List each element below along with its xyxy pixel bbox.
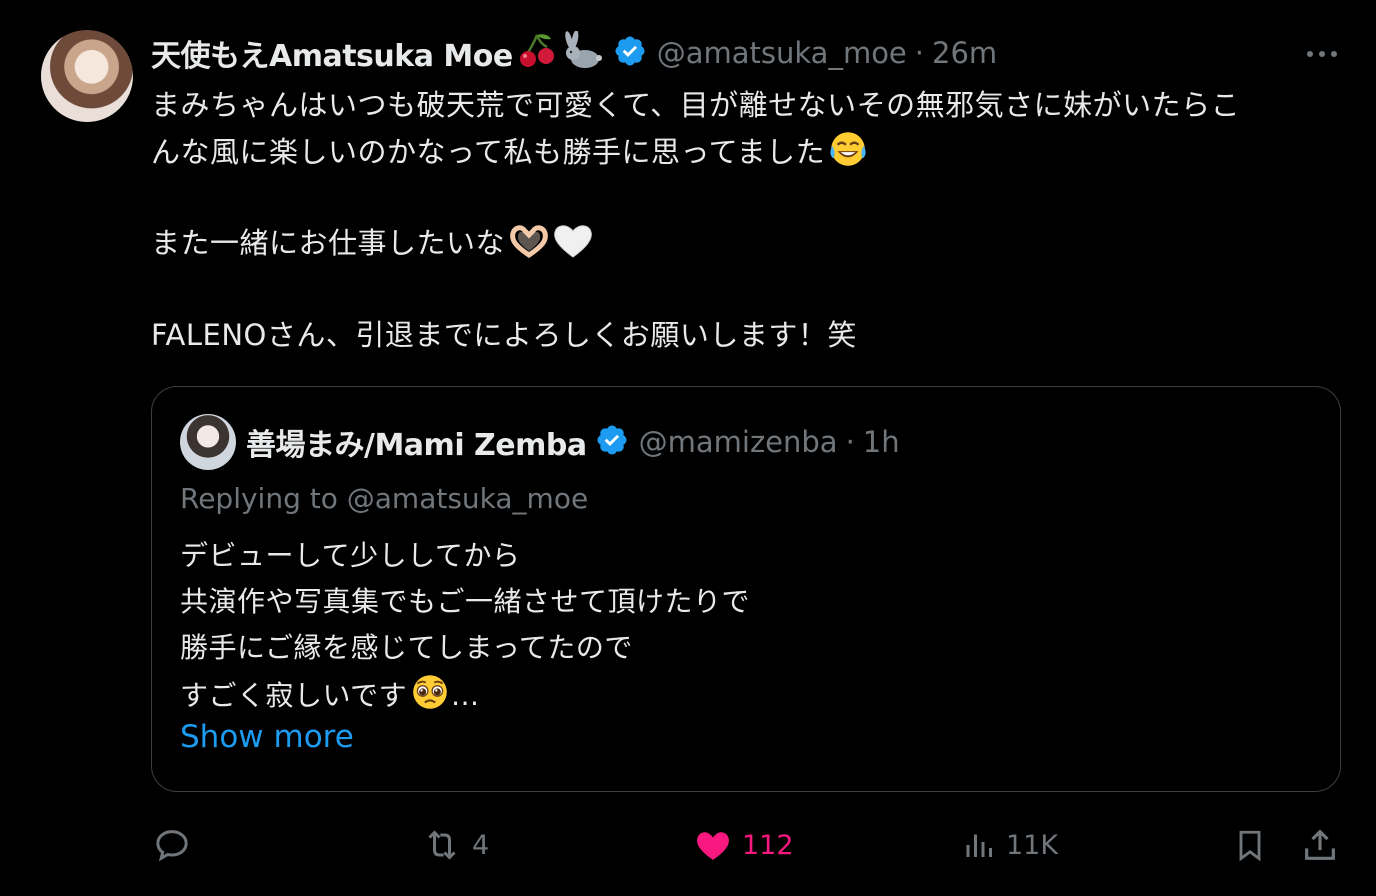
retweet-button[interactable]: 4 [420, 820, 489, 870]
quoted-author-name[interactable]: 善場まみ/Mami Zemba [246, 420, 587, 464]
tweet: 天使もえAmatsuka Moe @amatsuka_moe · 26m まみち… [0, 0, 1376, 896]
views-chart-icon [966, 834, 992, 857]
quoted-line-text: 勝手にご縁を感じてしまってたので [180, 631, 633, 664]
quoted-line: 共演作や写真集でもご一緒させて頂けたりで [180, 579, 750, 625]
replying-to-label: Replying to @amatsuka_moe [180, 482, 589, 515]
tweet-line [151, 266, 1341, 312]
rabbit-icon [561, 30, 605, 75]
quoted-author-avatar[interactable] [180, 414, 236, 470]
quoted-tweet-header: 善場まみ/Mami Zemba @mamizenba · 1h [246, 417, 900, 467]
dot-icon [1319, 51, 1325, 57]
quoted-line-text: すごく寂しいです [180, 679, 408, 712]
tweet-line-text: まみちゃんはいつも破天荒で可愛くて、目が離せないその無邪気さに妹がいたらこ [151, 88, 1241, 122]
bookmark-icon [1239, 830, 1261, 862]
quoted-line-text: デビューして少ししてから [180, 539, 521, 572]
verified-badge-icon [595, 423, 629, 461]
retweet-icon [428, 830, 456, 860]
separator-dot: · [845, 425, 855, 459]
tweet-line: んな風に楽しいのかなって私も勝手に思ってました [151, 128, 1341, 174]
dot-icon [1331, 51, 1337, 57]
tweet-line: また一緒にお仕事したいな [151, 220, 1341, 266]
bookmark-button[interactable] [1232, 820, 1268, 870]
tweet-line [151, 174, 1341, 220]
dot-icon [1307, 51, 1313, 57]
share-button[interactable] [1300, 820, 1340, 870]
pleading-face-emoji-icon [413, 675, 447, 709]
tweet-header: 天使もえAmatsuka Moe @amatsuka_moe · 26m [151, 30, 997, 76]
quoted-line-text: 共演作や写真集でもご一緒させて頂けたりで [180, 585, 751, 618]
like-count: 112 [742, 829, 794, 861]
cherry-icon [517, 31, 557, 75]
quoted-line: 勝手にご縁を感じてしまってたので [180, 625, 750, 671]
truncation-ellipsis: ... [451, 679, 480, 712]
tweet-body: まみちゃんはいつも破天荒で可愛くて、目が離せないその無邪気さに妹がいたらこ んな… [151, 82, 1341, 358]
verified-badge-icon [613, 34, 647, 72]
author-avatar[interactable] [41, 30, 133, 122]
views-count: 11K [1006, 829, 1059, 861]
more-options-button[interactable] [1300, 40, 1344, 68]
tweet-actions-bar: 4 112 11K [0, 820, 1376, 870]
quoted-tweet-card[interactable]: 善場まみ/Mami Zemba @mamizenba · 1h Replying… [151, 386, 1341, 792]
reply-icon [156, 830, 188, 862]
tears-of-joy-emoji-icon [830, 132, 866, 166]
quoted-author-handle[interactable]: @mamizenba [639, 425, 838, 459]
tweet-line: FALENOさん、引退までによろしくお願いします！笑 [151, 312, 1341, 358]
tweet-line-text: んな風に楽しいのかなって私も勝手に思ってました [151, 135, 826, 169]
retweet-count: 4 [472, 829, 490, 861]
quoted-tweet-body: デビューして少ししてから 共演作や写真集でもご一緒させて頂けたりで 勝手にご縁を… [180, 533, 750, 717]
quoted-line: デビューして少ししてから [180, 533, 750, 579]
quoted-tweet-timestamp[interactable]: 1h [863, 425, 900, 459]
views-button[interactable]: 11K [962, 820, 1058, 870]
heart-hands-emoji-icon [510, 225, 548, 259]
author-name[interactable]: 天使もえAmatsuka Moe [151, 31, 513, 75]
quoted-line: すごく寂しいです ... [180, 671, 750, 717]
share-icon [1305, 829, 1335, 860]
tweet-line-text: FALENOさん、引退までによろしくお願いします！笑 [151, 318, 857, 352]
reply-button[interactable] [152, 820, 200, 870]
heart-filled-icon [697, 832, 729, 860]
separator-dot: · [914, 36, 924, 70]
show-more-link[interactable]: Show more [180, 719, 354, 755]
like-button[interactable]: 112 [692, 820, 794, 870]
author-handle[interactable]: @amatsuka_moe [657, 36, 907, 70]
white-heart-emoji-icon [554, 225, 592, 258]
tweet-line: まみちゃんはいつも破天荒で可愛くて、目が離せないその無邪気さに妹がいたらこ [151, 82, 1341, 128]
tweet-timestamp[interactable]: 26m [932, 36, 997, 70]
tweet-line-text: また一緒にお仕事したいな [151, 226, 506, 260]
